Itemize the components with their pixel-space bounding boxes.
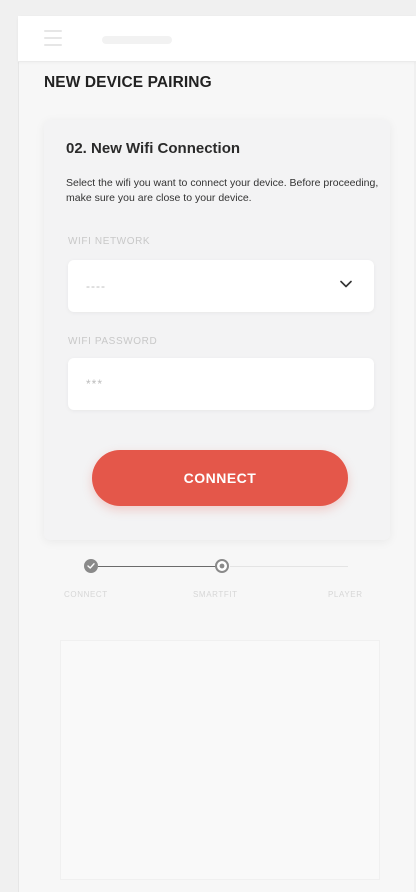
wifi-network-value: ----: [86, 279, 106, 293]
step-description: Select the wifi you want to connect your…: [66, 177, 379, 204]
wifi-password-value: ***: [86, 377, 104, 391]
page-title: NEW DEVICE PAIRING: [44, 74, 212, 91]
wifi-password-label: WIFI PASSWORD: [68, 336, 158, 347]
wifi-network-select[interactable]: ----: [68, 260, 374, 312]
wifi-password-input[interactable]: ***: [68, 358, 374, 410]
top-bar: [18, 16, 416, 62]
top-bar-placeholder: [102, 36, 172, 44]
menu-icon[interactable]: [44, 30, 62, 46]
chevron-down-icon: [340, 280, 352, 288]
connect-button[interactable]: CONNECT: [92, 450, 348, 506]
step-title: 02. New Wifi Connection: [66, 140, 241, 157]
lower-panel: [60, 640, 380, 880]
wifi-network-label: WIFI NETWORK: [68, 236, 151, 247]
